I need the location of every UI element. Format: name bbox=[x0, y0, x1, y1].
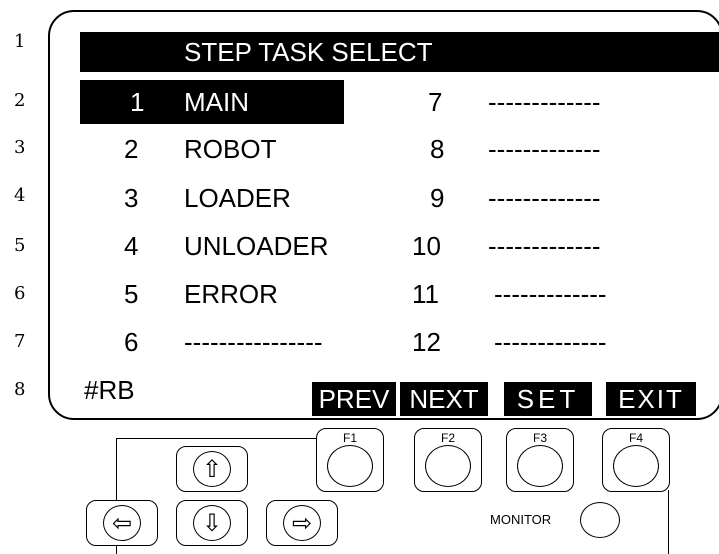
item-number: 7 bbox=[428, 87, 443, 117]
f4-label: F4 bbox=[628, 431, 643, 445]
left-arrow-icon: ⇦ bbox=[103, 505, 141, 541]
item-label: ERROR bbox=[184, 279, 278, 309]
line-number-2: 2 bbox=[14, 90, 26, 111]
line-number-5: 5 bbox=[14, 235, 26, 256]
line-number-6: 6 bbox=[14, 283, 26, 304]
down-arrow-icon: ⇩ bbox=[193, 505, 231, 541]
f1-button[interactable]: F1 bbox=[316, 428, 384, 492]
right-arrow-button[interactable]: ⇨ bbox=[266, 500, 338, 546]
line-number-8: 8 bbox=[14, 379, 26, 400]
monitor-button[interactable] bbox=[580, 502, 620, 538]
f2-key[interactable] bbox=[425, 445, 471, 487]
item-number: 2 bbox=[124, 134, 139, 164]
softkey-prev[interactable]: PREV bbox=[312, 382, 396, 416]
panel-outline-right bbox=[668, 490, 669, 554]
item-number: 9 bbox=[430, 183, 445, 213]
line-number-1: 1 bbox=[14, 31, 26, 52]
item-label: ROBOT bbox=[184, 134, 277, 164]
right-arrow-icon: ⇨ bbox=[283, 505, 321, 541]
item-number: 11 bbox=[412, 279, 439, 309]
softkey-next[interactable]: NEXT bbox=[400, 382, 488, 416]
item-label: ------------- bbox=[488, 231, 601, 261]
item-number: 12 bbox=[412, 327, 441, 357]
item-number: 10 bbox=[412, 231, 441, 261]
down-arrow-button[interactable]: ⇩ bbox=[176, 500, 248, 546]
item-number: 6 bbox=[124, 327, 139, 357]
f3-button[interactable]: F3 bbox=[506, 428, 574, 492]
line-number-4: 4 bbox=[14, 185, 26, 206]
item-number: 4 bbox=[124, 231, 139, 261]
left-arrow-button[interactable]: ⇦ bbox=[86, 500, 158, 546]
item-label: ------------- bbox=[488, 183, 601, 213]
f4-key[interactable] bbox=[613, 445, 659, 487]
softkey-set[interactable]: SET bbox=[504, 382, 592, 416]
line-number-7: 7 bbox=[14, 331, 26, 352]
item-label: MAIN bbox=[184, 87, 249, 117]
item-label: ------------- bbox=[488, 87, 601, 117]
screen-title: STEP TASK SELECT bbox=[184, 37, 433, 67]
item-label: UNLOADER bbox=[184, 231, 329, 261]
item-label: ------------- bbox=[494, 327, 607, 357]
item-label: ---------------- bbox=[184, 327, 323, 357]
f4-button[interactable]: F4 bbox=[602, 428, 670, 492]
f3-key[interactable] bbox=[517, 445, 563, 487]
item-label: ------------- bbox=[494, 279, 607, 309]
status-text: #RB bbox=[84, 375, 135, 405]
item-number: 5 bbox=[124, 279, 139, 309]
item-label: LOADER bbox=[184, 183, 291, 213]
softkey-exit[interactable]: EXIT bbox=[606, 382, 696, 416]
up-arrow-button[interactable]: ⇧ bbox=[176, 446, 248, 492]
f1-key[interactable] bbox=[327, 445, 373, 487]
f1-label: F1 bbox=[342, 431, 357, 445]
item-number: 3 bbox=[124, 183, 139, 213]
line-number-3: 3 bbox=[14, 137, 26, 158]
item-label: ------------- bbox=[488, 134, 601, 164]
item-number: 8 bbox=[430, 134, 445, 164]
f3-label: F3 bbox=[532, 431, 547, 445]
up-arrow-icon: ⇧ bbox=[193, 451, 231, 487]
f2-button[interactable]: F2 bbox=[414, 428, 482, 492]
f2-label: F2 bbox=[440, 431, 455, 445]
item-number: 1 bbox=[130, 87, 145, 117]
pendant-screen: STEP TASK SELECT 1 MAIN 2 ROBOT 3 LOADER… bbox=[48, 10, 719, 420]
panel-outline-top bbox=[116, 438, 316, 439]
monitor-label: MONITOR bbox=[490, 512, 552, 527]
